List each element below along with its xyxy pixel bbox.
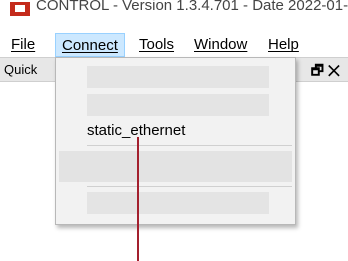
menu-entry-blank-2[interactable] — [87, 94, 269, 116]
menu-entry-blank-3[interactable] — [87, 192, 269, 214]
pointer-indicator-line — [137, 137, 139, 261]
panel-controls: 🗗✕ — [311, 60, 344, 84]
menu-entry-highlighted[interactable] — [59, 151, 292, 182]
menu-help[interactable]: Help — [268, 33, 299, 57]
menu-bar: File Connect Tools Window Help — [0, 33, 348, 57]
menu-tools[interactable]: Tools — [139, 33, 174, 57]
menu-window[interactable]: Window — [194, 33, 247, 57]
restore-icon[interactable]: 🗗 — [311, 62, 328, 78]
menu-separator — [87, 145, 292, 146]
menu-separator — [87, 186, 292, 187]
menu-connect-label: Connect — [62, 37, 118, 54]
panel-title: Quick — [4, 62, 38, 77]
menu-file[interactable]: File — [11, 33, 35, 57]
close-icon[interactable]: ✕ — [328, 62, 344, 78]
menu-connect[interactable]: Connect — [55, 33, 125, 57]
app-logo-icon — [10, 2, 30, 16]
menu-entry-blank-1[interactable] — [87, 66, 269, 88]
window-title: CONTROL - Version 1.3.4.701 - Date 2022-… — [36, 0, 348, 14]
connect-dropdown-menu: static_ethernet — [55, 57, 296, 225]
title-bar: CONTROL - Version 1.3.4.701 - Date 2022-… — [0, 0, 348, 30]
